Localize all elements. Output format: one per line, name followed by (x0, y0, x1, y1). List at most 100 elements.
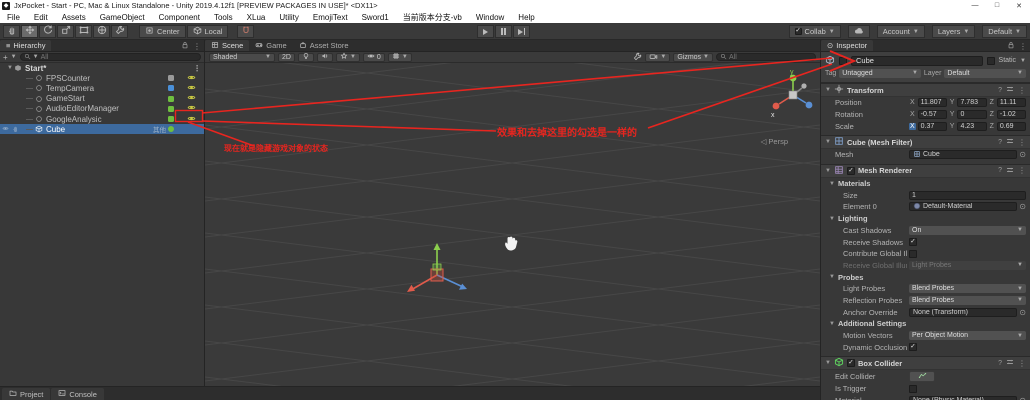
menu-item-9[interactable]: Sword1 (355, 11, 396, 23)
section-materials[interactable]: ▼Materials (821, 178, 1030, 190)
kebab-menu-icon[interactable]: ⋮ (193, 64, 201, 73)
hierarchy-item-googleanalysic[interactable]: GoogleAnalysic (0, 114, 204, 124)
play-button[interactable] (477, 25, 494, 38)
tab-hierarchy[interactable]: ≡ Hierarchy (0, 40, 51, 51)
foldout-icon[interactable]: ▼ (825, 87, 831, 93)
hand-tool-button[interactable] (3, 25, 20, 38)
element-0-object-field[interactable]: Default-Material (909, 202, 1017, 211)
object-picker-icon[interactable]: ⊙ (1019, 396, 1026, 400)
layer-dropdown[interactable]: Default▼ (944, 69, 1026, 78)
gizmos-dropdown[interactable]: Gizmos▼ (673, 53, 713, 62)
presets-icon[interactable] (1006, 137, 1014, 147)
kebab-menu-icon[interactable]: ⋮ (1018, 166, 1026, 175)
tab-console[interactable]: Console (51, 388, 104, 400)
custom-tool-button[interactable] (111, 25, 128, 38)
scene-viewport[interactable]: yx ◁ Persp (205, 63, 820, 386)
rotation-y-field[interactable]: 0 (957, 110, 986, 119)
hierarchy-scene-row[interactable]: ▼Start*⋮ (0, 63, 204, 73)
close-button[interactable]: ✕ (1008, 2, 1030, 10)
rotation-z-field[interactable]: -1.02 (997, 110, 1026, 119)
rotation-x-field[interactable]: -0.57 (918, 110, 947, 119)
edit-collider-button[interactable] (909, 371, 935, 382)
menu-item-11[interactable]: Window (469, 11, 511, 23)
mesh-object-field[interactable]: Cube (909, 150, 1017, 159)
foldout-icon[interactable]: ▼ (825, 360, 831, 366)
object-picker-icon[interactable]: ⊙ (1019, 308, 1026, 317)
tab-inspector[interactable]: ⊙ Inspector (821, 40, 873, 51)
scene-search-input[interactable]: All (716, 53, 816, 61)
scene-camera-dropdown[interactable]: ▼ (645, 53, 670, 62)
shading-mode-dropdown[interactable]: Shaded▼ (209, 53, 275, 62)
rect-tool-button[interactable] (75, 25, 92, 38)
scale-tool-button[interactable] (57, 25, 74, 38)
menu-item-3[interactable]: GameObject (93, 11, 152, 23)
axis-label-y[interactable]: Y (949, 99, 956, 106)
component-enabled-checkbox[interactable]: ✓ (847, 359, 855, 367)
step-button[interactable] (513, 25, 530, 38)
axis-label-x[interactable]: X (909, 111, 916, 118)
position-z-field[interactable]: 11.11 (997, 98, 1026, 107)
kebab-menu-icon[interactable]: ⋮ (1018, 359, 1026, 368)
reflection-probes-dropdown[interactable]: Blend Probes▼ (909, 296, 1026, 305)
axis-label-x[interactable]: X (909, 123, 916, 130)
2d-toggle[interactable]: 2D (278, 53, 295, 62)
layers-dropdown[interactable]: Layers▼ (932, 25, 975, 38)
light-probes-dropdown[interactable]: Blend Probes▼ (909, 284, 1026, 293)
component-header[interactable]: ▼✓Mesh Renderer?⋮ (821, 165, 1030, 178)
gameobject-name-field[interactable]: Cube (851, 56, 983, 66)
foldout-icon[interactable]: ▼ (825, 139, 831, 145)
component-header[interactable]: ▼✓Box Collider?⋮ (821, 357, 1030, 370)
kebab-menu-icon[interactable]: ⋮ (193, 42, 201, 51)
help-icon[interactable]: ? (998, 87, 1002, 94)
rotate-tool-button[interactable] (39, 25, 56, 38)
section-lighting[interactable]: ▼Lighting (821, 213, 1030, 225)
help-icon[interactable]: ? (998, 167, 1002, 174)
axis-label-x[interactable]: X (909, 99, 916, 106)
component-enabled-checkbox[interactable]: ✓ (847, 167, 855, 175)
hierarchy-item-tempcamera[interactable]: TempCamera (0, 83, 204, 93)
hierarchy-item-cube[interactable]: Cube其他 (0, 124, 204, 134)
axis-label-z[interactable]: Z (989, 123, 995, 130)
component-header[interactable]: ▼Cube (Mesh Filter)?⋮ (821, 136, 1030, 149)
hierarchy-search-input[interactable]: ▼ All (20, 53, 201, 61)
grid-snap-button[interactable] (237, 25, 254, 38)
help-icon[interactable]: ? (998, 360, 1002, 367)
menu-item-2[interactable]: Assets (55, 11, 93, 23)
menu-item-6[interactable]: XLua (240, 11, 273, 23)
section-additional-settings[interactable]: ▼Additional Settings (821, 318, 1030, 330)
dynamic-occlusion-checkbox[interactable]: ✓ (909, 343, 917, 351)
row-pick-icon[interactable] (12, 125, 19, 134)
menu-item-0[interactable]: File (0, 11, 27, 23)
active-checkbox[interactable] (839, 57, 847, 65)
pause-button[interactable] (495, 25, 512, 38)
presets-icon[interactable] (1006, 85, 1014, 95)
presets-icon[interactable] (1006, 166, 1014, 176)
menu-item-7[interactable]: Utility (272, 11, 306, 23)
hierarchy-item-fpscounter[interactable]: FPSCounter (0, 73, 204, 83)
axis-label-z[interactable]: Z (989, 111, 995, 118)
help-icon[interactable]: ? (998, 139, 1002, 146)
transform-combo-tool-button[interactable] (93, 25, 110, 38)
tag-dropdown[interactable]: Untagged▼ (839, 69, 921, 78)
scene-effects-dropdown[interactable]: ▼ (336, 53, 360, 62)
kebab-menu-icon[interactable]: ⋮ (1019, 42, 1027, 51)
maximize-button[interactable]: □ (986, 2, 1008, 9)
kebab-menu-icon[interactable]: ⋮ (1018, 86, 1026, 95)
scale-x-field[interactable]: 0.37 (918, 122, 947, 131)
menu-item-8[interactable]: EmojiText (306, 11, 355, 23)
collab-button[interactable]: ✓ Collab▼ (789, 25, 841, 38)
scene-lighting-toggle[interactable] (298, 53, 314, 62)
tools-icon[interactable] (633, 52, 642, 63)
presets-icon[interactable] (1006, 358, 1014, 368)
perspective-label[interactable]: ◁ Persp (761, 137, 788, 146)
lock-icon[interactable] (1007, 41, 1015, 51)
cast-shadows-dropdown[interactable]: On▼ (909, 226, 1026, 235)
hierarchy-item-audioeditormanager[interactable]: AudioEditorManager (0, 104, 204, 114)
pivot-center-button[interactable]: Center (139, 25, 186, 38)
position-y-field[interactable]: 7.783 (957, 98, 986, 107)
is-trigger-checkbox[interactable] (909, 385, 917, 393)
row-visibility-eye-icon[interactable] (2, 125, 9, 134)
menu-item-5[interactable]: Tools (207, 11, 240, 23)
pivot-local-button[interactable]: Local (187, 25, 229, 38)
cloud-button[interactable] (848, 25, 870, 38)
